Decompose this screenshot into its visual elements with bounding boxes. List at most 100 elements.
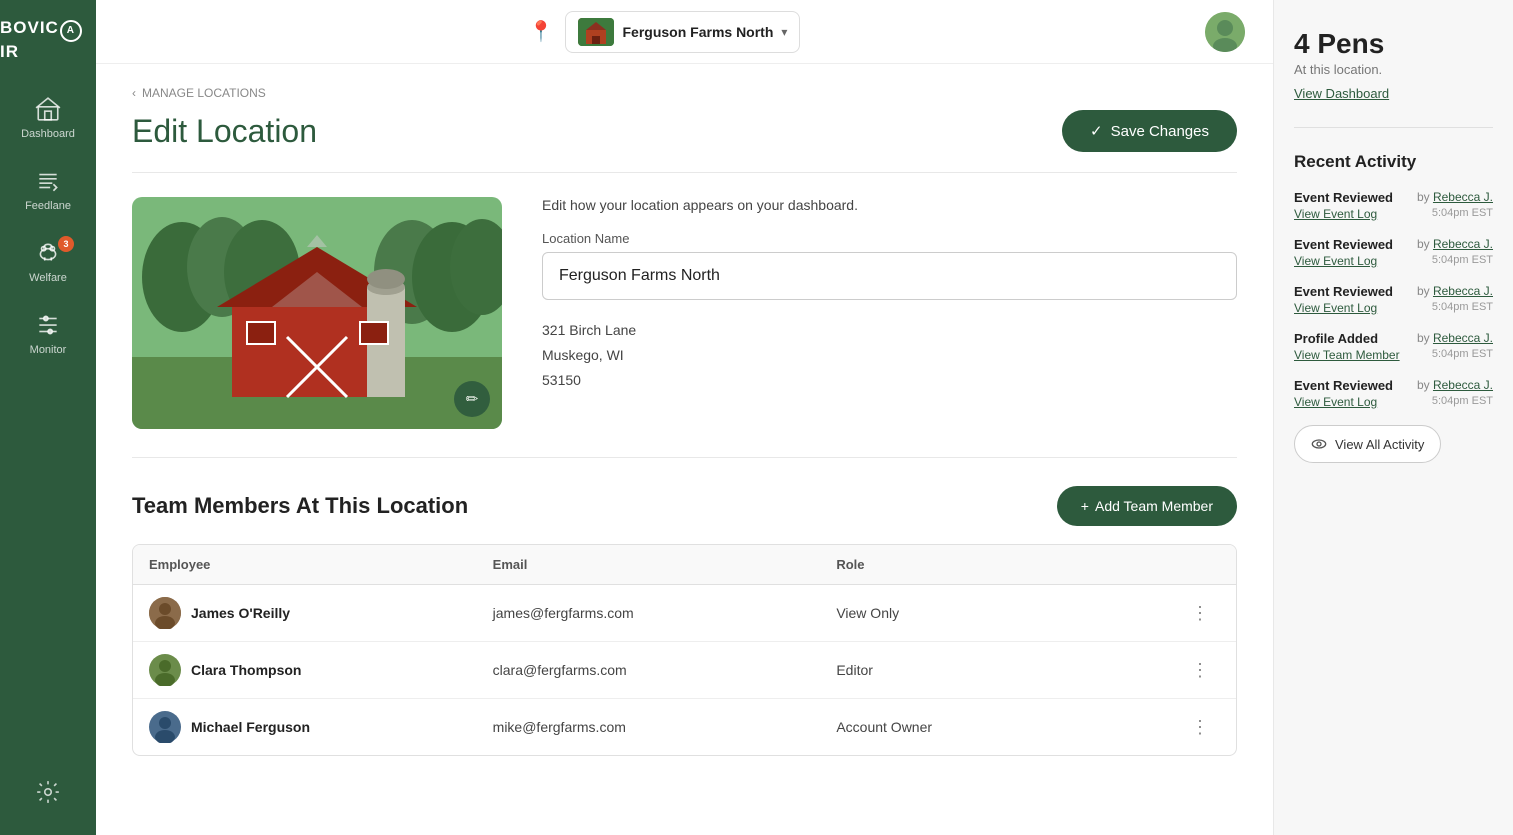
sidebar-nav: Dashboard Feedlane 3 Welfare — [0, 82, 96, 770]
save-changes-button[interactable]: ✓ Save Changes — [1062, 110, 1237, 152]
activity-link-4[interactable]: View Event Log — [1294, 395, 1377, 409]
employee-email-1: james@fergfarms.com — [493, 605, 837, 621]
table-row: James O'Reilly james@fergfarms.com View … — [133, 585, 1236, 642]
page-content: ‹ MANAGE LOCATIONS Edit Location ✓ Save … — [96, 64, 1273, 835]
activity-link-0[interactable]: View Event Log — [1294, 207, 1377, 221]
col-employee: Employee — [149, 557, 493, 572]
row-menu-1[interactable]: ⋮ — [1180, 603, 1220, 624]
sidebar-item-label: Monitor — [30, 344, 67, 356]
breadcrumb-arrow: ‹ — [132, 86, 136, 100]
top-bar: 📍 Ferguson Farms North ▾ — [96, 0, 1273, 64]
team-section-title: Team Members At This Location — [132, 493, 468, 519]
employee-avatar-3 — [149, 711, 181, 743]
breadcrumb[interactable]: ‹ MANAGE LOCATIONS — [132, 86, 1237, 100]
farm-thumbnail — [578, 18, 614, 46]
activity-by-3: by Rebecca J. — [1417, 331, 1493, 345]
employee-cell-3: Michael Ferguson — [149, 711, 493, 743]
address-line3: 53150 — [542, 368, 1237, 393]
activity-by-name-2[interactable]: Rebecca J. — [1433, 284, 1493, 298]
recent-activity-section: Recent Activity Event Reviewed by Rebecc… — [1294, 152, 1493, 463]
view-all-label: View All Activity — [1335, 437, 1424, 452]
farm-selector[interactable]: Ferguson Farms North ▾ — [565, 11, 800, 53]
employee-avatar-2 — [149, 654, 181, 686]
employee-role-2: Editor — [836, 662, 1180, 678]
monitor-icon — [35, 312, 61, 338]
table-row: Michael Ferguson mike@fergfarms.com Acco… — [133, 699, 1236, 755]
activity-by-name-1[interactable]: Rebecca J. — [1433, 237, 1493, 251]
page-header: Edit Location ✓ Save Changes — [132, 110, 1237, 152]
edit-image-button[interactable]: ✏ — [454, 381, 490, 417]
content-area: 📍 Ferguson Farms North ▾ — [96, 0, 1273, 835]
farm-image — [132, 197, 502, 429]
view-all-activity-button[interactable]: View All Activity — [1294, 425, 1441, 463]
farm-name-label: Ferguson Farms North — [622, 24, 773, 40]
activity-event-1: Event Reviewed — [1294, 237, 1393, 252]
activity-by-name-3[interactable]: Rebecca J. — [1433, 331, 1493, 345]
employee-name-2: Clara Thompson — [191, 662, 301, 678]
view-dashboard-link[interactable]: View Dashboard — [1294, 86, 1389, 101]
employee-name-3: Michael Ferguson — [191, 719, 310, 735]
row-menu-2[interactable]: ⋮ — [1180, 660, 1220, 681]
address-line2: Muskego, WI — [542, 343, 1237, 368]
activity-by-name-0[interactable]: Rebecca J. — [1433, 190, 1493, 204]
team-table: Employee Email Role James O'Reilly james… — [132, 544, 1237, 756]
activity-item-1: Event Reviewed by Rebecca J. View Event … — [1294, 237, 1493, 268]
sidebar-settings[interactable] — [35, 769, 61, 835]
activity-event-2: Event Reviewed — [1294, 284, 1393, 299]
activity-link-2[interactable]: View Event Log — [1294, 301, 1377, 315]
header-divider — [132, 172, 1237, 173]
pens-section: 4 Pens At this location. View Dashboard — [1294, 28, 1493, 128]
employee-email-3: mike@fergfarms.com — [493, 719, 837, 735]
activity-link-1[interactable]: View Event Log — [1294, 254, 1377, 268]
activity-by-4: by Rebecca J. — [1417, 378, 1493, 392]
add-team-member-button[interactable]: + Add Team Member — [1057, 486, 1237, 526]
activity-link-3[interactable]: View Team Member — [1294, 348, 1400, 362]
right-sidebar: 4 Pens At this location. View Dashboard … — [1273, 0, 1513, 835]
team-header: Team Members At This Location + Add Team… — [132, 486, 1237, 526]
recent-activity-title: Recent Activity — [1294, 152, 1493, 172]
sidebar-item-feedlane[interactable]: Feedlane — [0, 154, 96, 226]
plus-icon: + — [1081, 498, 1089, 514]
activity-by-0: by Rebecca J. — [1417, 190, 1493, 204]
breadcrumb-label: MANAGE LOCATIONS — [142, 86, 266, 100]
save-btn-label: Save Changes — [1111, 123, 1209, 140]
activity-event-3: Profile Added — [1294, 331, 1378, 346]
activity-by-name-4[interactable]: Rebecca J. — [1433, 378, 1493, 392]
sidebar-item-label: Feedlane — [25, 200, 71, 212]
eye-icon — [1311, 436, 1327, 452]
location-pin-icon: 📍 — [529, 19, 554, 44]
name-field-label: Location Name — [542, 231, 1237, 246]
settings-icon — [35, 779, 61, 805]
sidebar-item-label: Dashboard — [21, 128, 75, 140]
employee-name-1: James O'Reilly — [191, 605, 290, 621]
sidebar: BOVICAIR Dashboard Feedlane — [0, 0, 96, 835]
location-form: Edit how your location appears on your d… — [542, 197, 1237, 429]
feedlane-icon — [35, 168, 61, 194]
activity-time-3: 5:04pm EST — [1432, 348, 1493, 360]
location-name-input[interactable] — [542, 252, 1237, 300]
employee-role-3: Account Owner — [836, 719, 1180, 735]
activity-event-0: Event Reviewed — [1294, 190, 1393, 205]
table-header: Employee Email Role — [133, 545, 1236, 585]
user-avatar[interactable] — [1205, 12, 1245, 52]
sidebar-item-welfare[interactable]: 3 Welfare — [0, 226, 96, 298]
activity-item-3: Profile Added by Rebecca J. View Team Me… — [1294, 331, 1493, 362]
row-menu-3[interactable]: ⋮ — [1180, 717, 1220, 738]
logo[interactable]: BOVICAIR — [0, 0, 96, 72]
house-icon — [35, 96, 61, 122]
pens-subtitle: At this location. — [1294, 62, 1493, 77]
checkmark-icon: ✓ — [1090, 122, 1103, 140]
employee-email-2: clara@fergfarms.com — [493, 662, 837, 678]
farm-image-container: ✏ — [132, 197, 502, 429]
welfare-badge: 3 — [58, 236, 74, 252]
activity-by-1: by Rebecca J. — [1417, 237, 1493, 251]
activity-time-0: 5:04pm EST — [1432, 207, 1493, 219]
form-subtitle: Edit how your location appears on your d… — [542, 197, 1237, 213]
employee-avatar-1 — [149, 597, 181, 629]
page-title: Edit Location — [132, 113, 317, 150]
pens-count: 4 Pens — [1294, 28, 1493, 60]
sidebar-item-dashboard[interactable]: Dashboard — [0, 82, 96, 154]
activity-item-0: Event Reviewed by Rebecca J. View Event … — [1294, 190, 1493, 221]
sidebar-item-monitor[interactable]: Monitor — [0, 298, 96, 370]
activity-by-2: by Rebecca J. — [1417, 284, 1493, 298]
